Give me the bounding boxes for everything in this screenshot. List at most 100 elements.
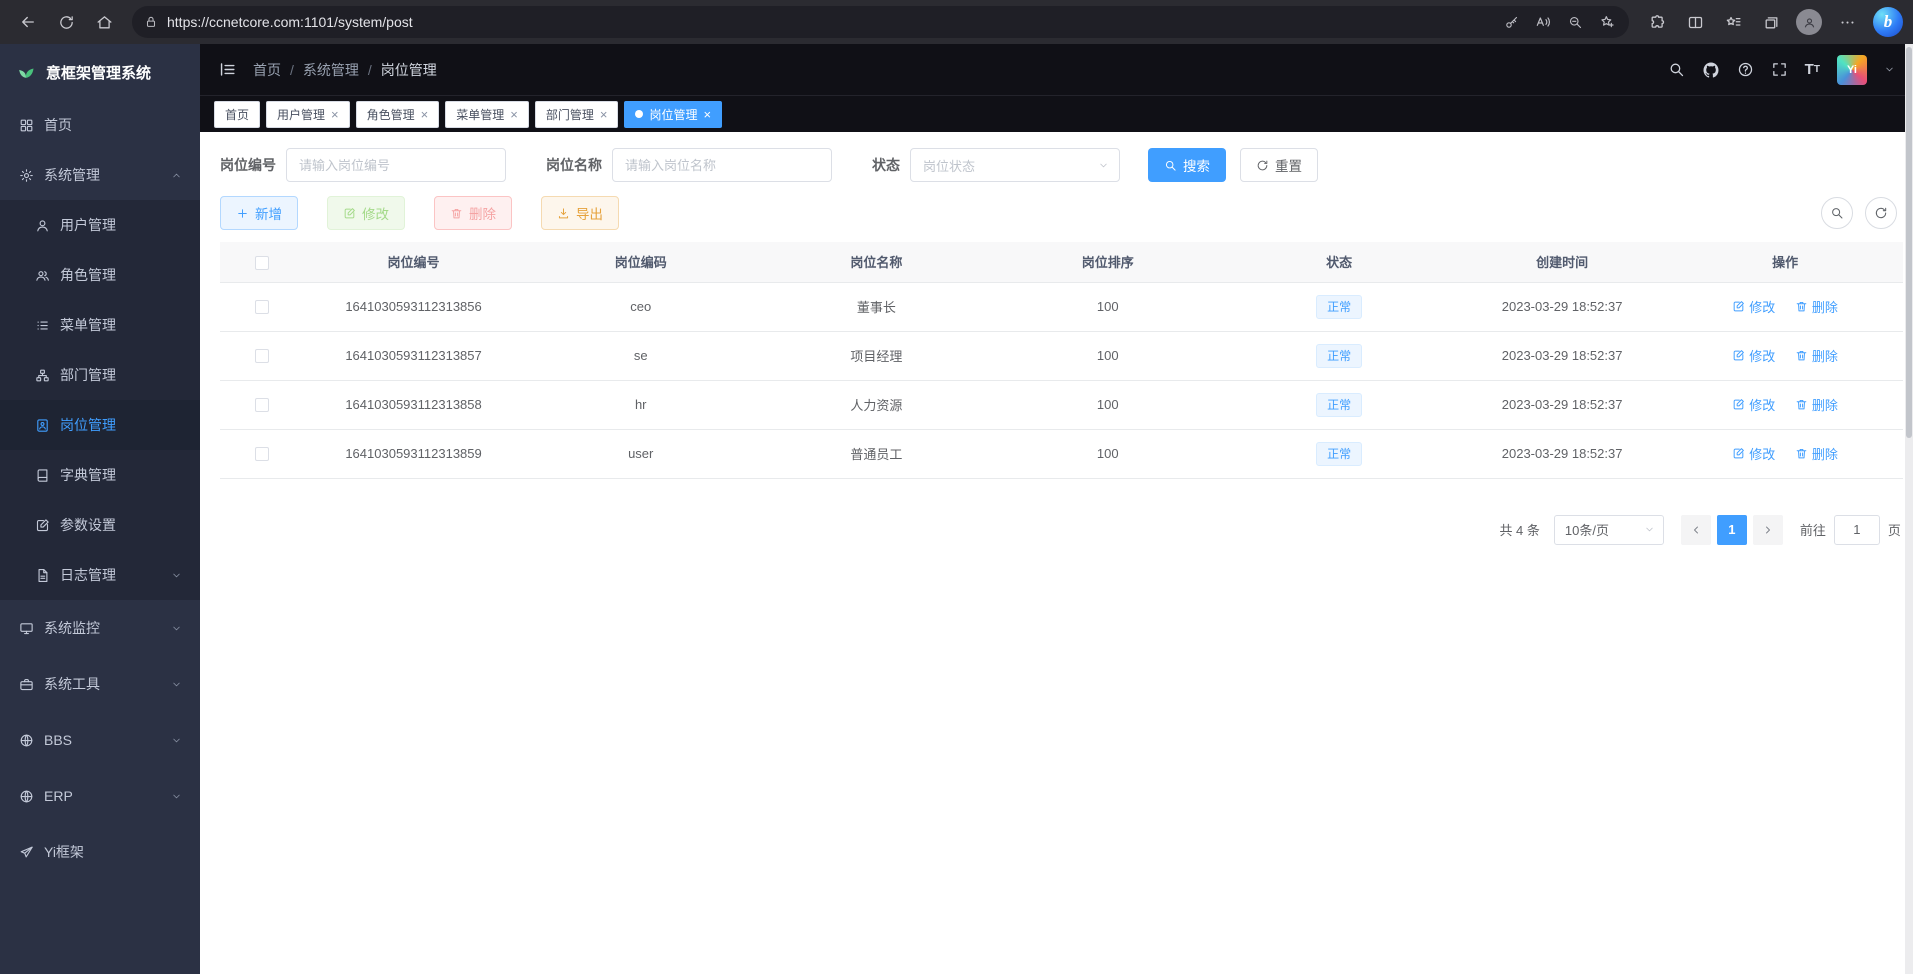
reset-button[interactable]: 重置 (1240, 148, 1318, 182)
refresh-icon[interactable] (48, 5, 84, 39)
address-bar[interactable]: https://ccnetcore.com:1101/system/post (132, 6, 1629, 38)
row-checkbox[interactable] (255, 447, 269, 461)
status-badge: 正常 (1316, 295, 1362, 319)
scrollbar-thumb[interactable] (1906, 47, 1912, 438)
sidebar-item-dict-mgmt[interactable]: 字典管理 (0, 450, 200, 500)
close-icon[interactable]: × (600, 108, 608, 121)
sidebar-item-role-mgmt[interactable]: 角色管理 (0, 250, 200, 300)
password-key-icon[interactable] (1495, 8, 1527, 36)
app-logo: 意框架管理系统 (0, 44, 200, 100)
row-edit-link[interactable]: 修改 (1732, 395, 1775, 414)
row-delete-link[interactable]: 删除 (1795, 346, 1838, 365)
sidebar-item-dept-mgmt[interactable]: 部门管理 (0, 350, 200, 400)
split-screen-icon[interactable] (1677, 5, 1713, 39)
table-toolbar: 新增 修改 删除 导出 (220, 196, 1903, 230)
help-icon[interactable] (1737, 61, 1754, 78)
favorites-bar-icon[interactable] (1715, 5, 1751, 39)
row-delete-link[interactable]: 删除 (1795, 444, 1838, 463)
search-button[interactable]: 搜索 (1148, 148, 1226, 182)
sidebar-item-erp[interactable]: ERP (0, 768, 200, 824)
breadcrumb-home[interactable]: 首页 (253, 60, 281, 80)
edit-button[interactable]: 修改 (327, 196, 405, 230)
page-size-select[interactable]: 10条/页 (1554, 515, 1664, 545)
export-button[interactable]: 导出 (541, 196, 619, 230)
close-icon[interactable]: × (331, 108, 339, 121)
post-code-input[interactable] (286, 148, 506, 182)
delete-link-label: 删除 (1812, 444, 1838, 463)
close-icon[interactable]: × (703, 108, 711, 121)
add-favorite-star-icon[interactable] (1591, 8, 1623, 36)
menu-label: BBS (44, 732, 72, 748)
next-page-button[interactable] (1753, 515, 1783, 545)
dashboard-icon (18, 118, 34, 133)
sidebar-item-bbs[interactable]: BBS (0, 712, 200, 768)
sidebar-item-user-mgmt[interactable]: 用户管理 (0, 200, 200, 250)
sidebar-item-yi-framework[interactable]: Yi框架 (0, 824, 200, 880)
add-button[interactable]: 新增 (220, 196, 298, 230)
sidebar-item-log-mgmt[interactable]: 日志管理 (0, 550, 200, 600)
row-edit-link[interactable]: 修改 (1732, 444, 1775, 463)
extensions-icon[interactable] (1639, 5, 1675, 39)
profile-avatar[interactable] (1791, 5, 1827, 39)
tab-post-mgmt[interactable]: 岗位管理 × (624, 101, 722, 128)
tab-user-mgmt[interactable]: 用户管理 × (266, 101, 350, 128)
cell-post-name: 项目经理 (759, 331, 995, 380)
tab-label: 岗位管理 (649, 106, 697, 123)
refresh-table-icon[interactable] (1865, 197, 1897, 229)
sidebar-item-post-mgmt[interactable]: 岗位管理 (0, 400, 200, 450)
status-badge: 正常 (1316, 442, 1362, 466)
tab-dept-mgmt[interactable]: 部门管理 × (535, 101, 619, 128)
sidebar-item-system-monitor[interactable]: 系统监控 (0, 600, 200, 656)
select-all-checkbox[interactable] (255, 256, 269, 270)
browser-toolbar: https://ccnetcore.com:1101/system/post b (0, 0, 1913, 44)
collections-icon[interactable] (1753, 5, 1789, 39)
sidebar-item-menu-mgmt[interactable]: 菜单管理 (0, 300, 200, 350)
tab-home[interactable]: 首页 (214, 101, 260, 128)
zoom-icon[interactable] (1559, 8, 1591, 36)
cell-post-id: 1641030593112313859 (304, 429, 523, 478)
url-text[interactable]: https://ccnetcore.com:1101/system/post (167, 14, 1495, 30)
github-icon[interactable] (1702, 61, 1720, 79)
post-name-input[interactable] (612, 148, 832, 182)
toggle-search-icon[interactable] (1821, 197, 1853, 229)
home-icon[interactable] (86, 5, 122, 39)
row-edit-link[interactable]: 修改 (1732, 346, 1775, 365)
table-row: 1641030593112313857 se 项目经理 100 正常 2023-… (220, 331, 1903, 380)
font-size-icon[interactable]: TT (1805, 62, 1820, 77)
row-checkbox[interactable] (255, 349, 269, 363)
row-checkbox[interactable] (255, 398, 269, 412)
back-icon[interactable] (10, 5, 46, 39)
page-content: 岗位编号 岗位名称 状态 岗位状态 搜索 (200, 132, 1913, 974)
prev-page-button[interactable] (1681, 515, 1711, 545)
tab-menu-mgmt[interactable]: 菜单管理 × (445, 101, 529, 128)
user-avatar[interactable]: Yi (1837, 55, 1867, 85)
tab-label: 用户管理 (277, 106, 325, 123)
bing-copilot-icon[interactable]: b (1873, 7, 1903, 37)
browser-menu-icon[interactable] (1829, 5, 1865, 39)
chevron-down-icon[interactable] (1884, 64, 1895, 75)
column-status: 状态 (1221, 242, 1457, 282)
breadcrumb-system-mgmt[interactable]: 系统管理 (303, 60, 359, 80)
row-delete-link[interactable]: 删除 (1795, 297, 1838, 316)
tab-role-mgmt[interactable]: 角色管理 × (356, 101, 440, 128)
sidebar-item-param-settings[interactable]: 参数设置 (0, 500, 200, 550)
main-panel: 首页 / 系统管理 / 岗位管理 TT Yi 首 (200, 44, 1913, 974)
table-row: 1641030593112313856 ceo 董事长 100 正常 2023-… (220, 282, 1903, 331)
search-icon[interactable] (1668, 61, 1685, 78)
close-icon[interactable]: × (421, 108, 429, 121)
status-select[interactable]: 岗位状态 (910, 148, 1120, 182)
sidebar-item-system-tools[interactable]: 系统工具 (0, 656, 200, 712)
edit-link-label: 修改 (1749, 297, 1775, 316)
sidebar-item-system-mgmt[interactable]: 系统管理 (0, 150, 200, 200)
read-aloud-icon[interactable] (1527, 8, 1559, 36)
sidebar-item-home[interactable]: 首页 (0, 100, 200, 150)
collapse-sidebar-icon[interactable] (218, 60, 237, 79)
close-icon[interactable]: × (510, 108, 518, 121)
row-checkbox[interactable] (255, 300, 269, 314)
row-edit-link[interactable]: 修改 (1732, 297, 1775, 316)
goto-page-input[interactable] (1834, 515, 1880, 545)
fullscreen-icon[interactable] (1771, 61, 1788, 78)
page-number-button[interactable]: 1 (1717, 515, 1747, 545)
row-delete-link[interactable]: 删除 (1795, 395, 1838, 414)
delete-button[interactable]: 删除 (434, 196, 512, 230)
